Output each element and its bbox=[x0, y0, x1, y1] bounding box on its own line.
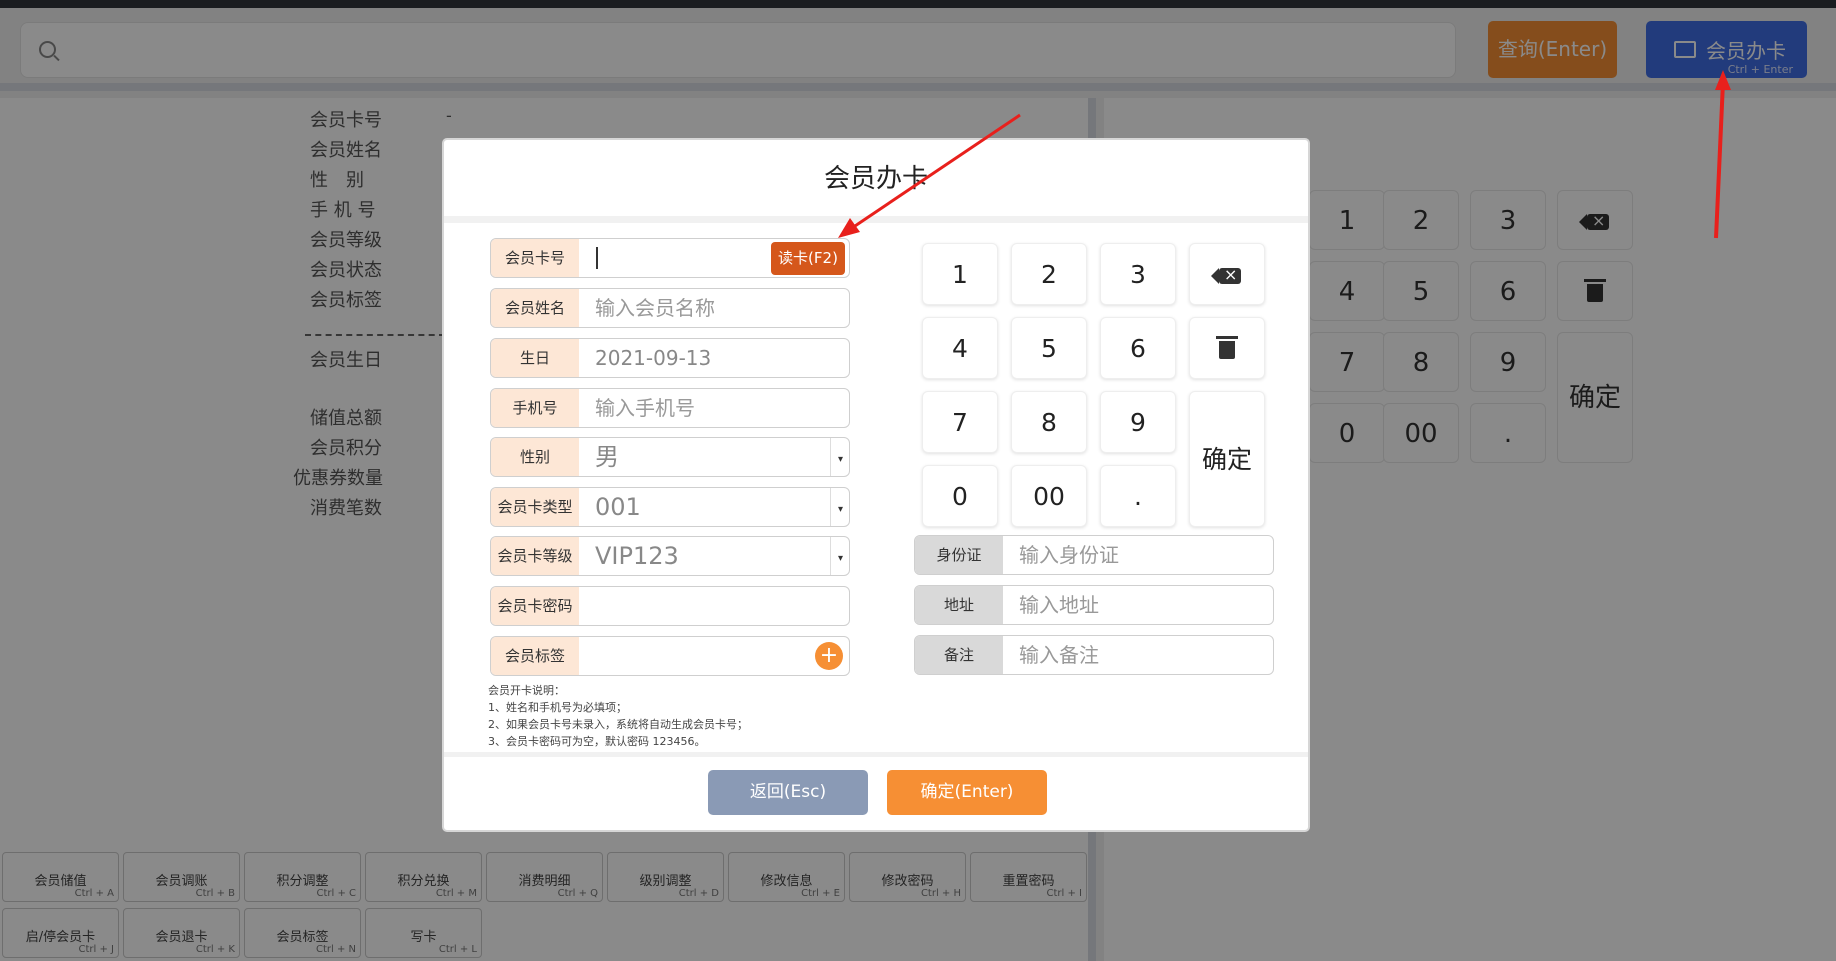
backspace-icon bbox=[1211, 261, 1241, 289]
card-no-field[interactable]: 会员卡号 读卡(F2) bbox=[490, 238, 850, 278]
member-name-label: 会员姓名 bbox=[491, 289, 579, 327]
phone-label: 手机号 bbox=[491, 389, 579, 427]
text-cursor bbox=[596, 247, 598, 269]
phone-field[interactable]: 手机号 输入手机号 bbox=[490, 388, 850, 428]
back-button[interactable]: 返回(Esc) bbox=[708, 770, 868, 815]
chevron-down-icon: ▾ bbox=[837, 553, 843, 564]
card-password-label: 会员卡密码 bbox=[491, 587, 579, 625]
select-divider bbox=[830, 537, 831, 575]
confirm-button[interactable]: 确定(Enter) bbox=[887, 770, 1047, 815]
card-instructions: 会员开卡说明： 1、姓名和手机号为必填项； 2、如果会员卡号未录入，系统将自动生… bbox=[488, 682, 748, 750]
keypad-dot[interactable]: . bbox=[1100, 465, 1176, 527]
keypad-2[interactable]: 2 bbox=[1011, 243, 1087, 305]
instructions-line-1: 1、姓名和手机号为必填项； bbox=[488, 701, 627, 714]
keypad-1[interactable]: 1 bbox=[922, 243, 998, 305]
member-name-field[interactable]: 会员姓名 输入会员名称 bbox=[490, 288, 850, 328]
card-password-field[interactable]: 会员卡密码 bbox=[490, 586, 850, 626]
gender-label: 性别 bbox=[491, 438, 579, 476]
instructions-line-2: 2、如果会员卡号未录入，系统将自动生成会员卡号； bbox=[488, 718, 748, 731]
member-tags-field[interactable]: 会员标签 + bbox=[490, 636, 850, 676]
member-name-placeholder: 输入会员名称 bbox=[595, 296, 715, 320]
birthday-value: 2021-09-13 bbox=[595, 346, 712, 370]
dialog-title: 会员办卡 bbox=[823, 164, 928, 194]
select-divider bbox=[830, 488, 831, 526]
chevron-down-icon: ▾ bbox=[837, 504, 843, 515]
keypad-0[interactable]: 0 bbox=[922, 465, 998, 527]
card-type-value: 001 bbox=[595, 493, 641, 521]
instructions-line-3: 3、会员卡密码可为空，默认密码 123456。 bbox=[488, 735, 706, 748]
trash-icon bbox=[1216, 336, 1238, 359]
gender-value: 男 bbox=[595, 443, 619, 471]
id-card-placeholder: 输入身份证 bbox=[1019, 543, 1119, 567]
remark-field[interactable]: 备注 输入备注 bbox=[914, 635, 1274, 675]
card-no-label: 会员卡号 bbox=[491, 239, 579, 277]
keypad-6[interactable]: 6 bbox=[1100, 317, 1176, 379]
keypad-5[interactable]: 5 bbox=[1011, 317, 1087, 379]
card-type-label: 会员卡类型 bbox=[491, 488, 579, 526]
birthday-field[interactable]: 生日 2021-09-13 bbox=[490, 338, 850, 378]
keypad-7[interactable]: 7 bbox=[922, 391, 998, 453]
id-card-field[interactable]: 身份证 输入身份证 bbox=[914, 535, 1274, 575]
chevron-down-icon: ▾ bbox=[837, 454, 843, 465]
select-divider bbox=[830, 438, 831, 476]
add-tag-icon[interactable]: + bbox=[815, 642, 843, 670]
keypad-clear[interactable] bbox=[1189, 317, 1265, 379]
read-card-button[interactable]: 读卡(F2) bbox=[771, 242, 845, 275]
keypad-00[interactable]: 00 bbox=[1011, 465, 1087, 527]
keypad-backspace[interactable] bbox=[1189, 243, 1265, 305]
address-placeholder: 输入地址 bbox=[1019, 593, 1099, 617]
address-label: 地址 bbox=[915, 586, 1003, 624]
card-level-label: 会员卡等级 bbox=[491, 537, 579, 575]
keypad-8[interactable]: 8 bbox=[1011, 391, 1087, 453]
keypad-confirm[interactable]: 确定 bbox=[1189, 391, 1265, 527]
id-card-label: 身份证 bbox=[915, 536, 1003, 574]
dialog-header-divider bbox=[444, 216, 1308, 223]
card-level-select[interactable]: 会员卡等级 VIP123 ▾ bbox=[490, 536, 850, 576]
keypad-3[interactable]: 3 bbox=[1100, 243, 1176, 305]
birthday-label: 生日 bbox=[491, 339, 579, 377]
member-tags-label: 会员标签 bbox=[491, 637, 579, 675]
address-field[interactable]: 地址 输入地址 bbox=[914, 585, 1274, 625]
dialog-footer-divider bbox=[444, 752, 1308, 757]
card-level-value: VIP123 bbox=[595, 542, 679, 570]
phone-placeholder: 输入手机号 bbox=[595, 396, 695, 420]
remark-label: 备注 bbox=[915, 636, 1003, 674]
keypad-4[interactable]: 4 bbox=[922, 317, 998, 379]
instructions-title: 会员开卡说明： bbox=[488, 684, 565, 697]
remark-placeholder: 输入备注 bbox=[1019, 643, 1099, 667]
keypad-9[interactable]: 9 bbox=[1100, 391, 1176, 453]
member-card-dialog: 会员办卡 会员卡号 读卡(F2) 会员姓名 输入会员名称 生日 2021-09-… bbox=[442, 138, 1310, 832]
gender-select[interactable]: 性别 男 ▾ bbox=[490, 437, 850, 477]
card-type-select[interactable]: 会员卡类型 001 ▾ bbox=[490, 487, 850, 527]
